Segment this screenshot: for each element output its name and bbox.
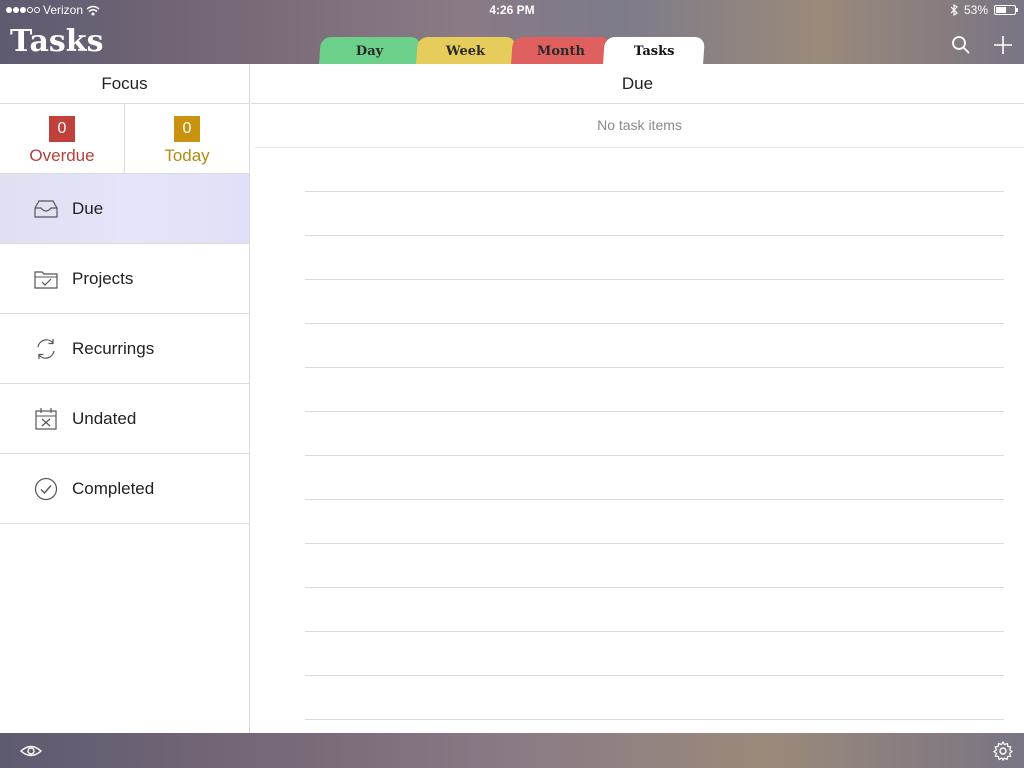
sidebar-item-due[interactable]: Due	[0, 174, 249, 244]
sidebar-item-label: Projects	[72, 268, 134, 288]
folder-check-icon	[33, 266, 59, 292]
overdue-label: Overdue	[29, 146, 95, 165]
tab-tasks-label: Tasks	[633, 44, 675, 59]
bottom-bar	[0, 733, 1024, 768]
bluetooth-icon	[950, 4, 958, 16]
focus-counters: 0 Overdue 0 Today	[0, 104, 249, 174]
sidebar-item-label: Completed	[72, 478, 155, 498]
today-counter[interactable]: 0 Today	[125, 104, 249, 173]
ruled-line	[305, 279, 1004, 280]
tab-month-label: Month	[536, 44, 585, 59]
calendar-x-icon	[33, 406, 59, 432]
clock: 4:26 PM	[489, 3, 535, 17]
ruled-line	[305, 235, 1004, 236]
repeat-arrows-icon	[33, 336, 59, 362]
status-right: 53%	[950, 3, 1018, 17]
sidebar-item-projects[interactable]: Projects	[0, 244, 249, 314]
ruled-line	[305, 191, 1004, 192]
sidebar-item-label: Recurrings	[72, 338, 155, 358]
ruled-line	[305, 543, 1004, 544]
sidebar-item-label: Undated	[72, 408, 137, 428]
tab-tasks[interactable]: Tasks	[603, 37, 705, 64]
sidebar-item-completed[interactable]: Completed	[0, 454, 249, 524]
today-label: Today	[164, 146, 210, 165]
sidebar-item-undated[interactable]: Undated	[0, 384, 249, 454]
plus-icon[interactable]	[992, 34, 1014, 56]
sidebar-item-recurrings[interactable]: Recurrings	[0, 314, 249, 384]
tab-week[interactable]: Week	[416, 37, 516, 64]
ruled-line	[305, 719, 1004, 720]
ruled-line	[305, 323, 1004, 324]
ruled-line	[305, 455, 1004, 456]
main-title: Due	[251, 64, 1024, 104]
ruled-line	[305, 631, 1004, 632]
ruled-line	[305, 499, 1004, 500]
ruled-line	[305, 367, 1004, 368]
today-count-badge: 0	[174, 116, 200, 142]
status-bar: Verizon 4:26 PM 53%	[0, 0, 1024, 20]
battery-icon	[994, 5, 1018, 15]
gear-icon[interactable]	[992, 740, 1014, 762]
eye-icon[interactable]	[20, 740, 42, 762]
main-panel: Due No task items	[251, 64, 1024, 733]
tab-day-label: Day	[356, 44, 384, 59]
overdue-count-badge: 0	[49, 116, 75, 142]
tab-month[interactable]: Month	[511, 37, 611, 64]
tab-day[interactable]: Day	[319, 37, 421, 64]
inbox-tray-icon	[33, 196, 59, 222]
focus-header: Focus	[0, 64, 249, 104]
app-title: Tasks	[10, 24, 104, 59]
battery-percent: 53%	[963, 3, 988, 17]
ruled-line	[305, 587, 1004, 588]
check-circle-icon	[33, 476, 59, 502]
sidebar: Focus 0 Overdue 0 Today Due Projects Rec…	[0, 64, 250, 733]
ruled-line	[305, 411, 1004, 412]
search-icon[interactable]	[950, 34, 972, 56]
sidebar-item-label: Due	[72, 198, 104, 218]
empty-state-message: No task items	[255, 104, 1024, 148]
ruled-line	[305, 675, 1004, 676]
tab-week-label: Week	[446, 44, 486, 59]
overdue-counter[interactable]: 0 Overdue	[0, 104, 125, 173]
top-bar: Verizon 4:26 PM 53% Tasks Day Week Month…	[0, 0, 1024, 64]
